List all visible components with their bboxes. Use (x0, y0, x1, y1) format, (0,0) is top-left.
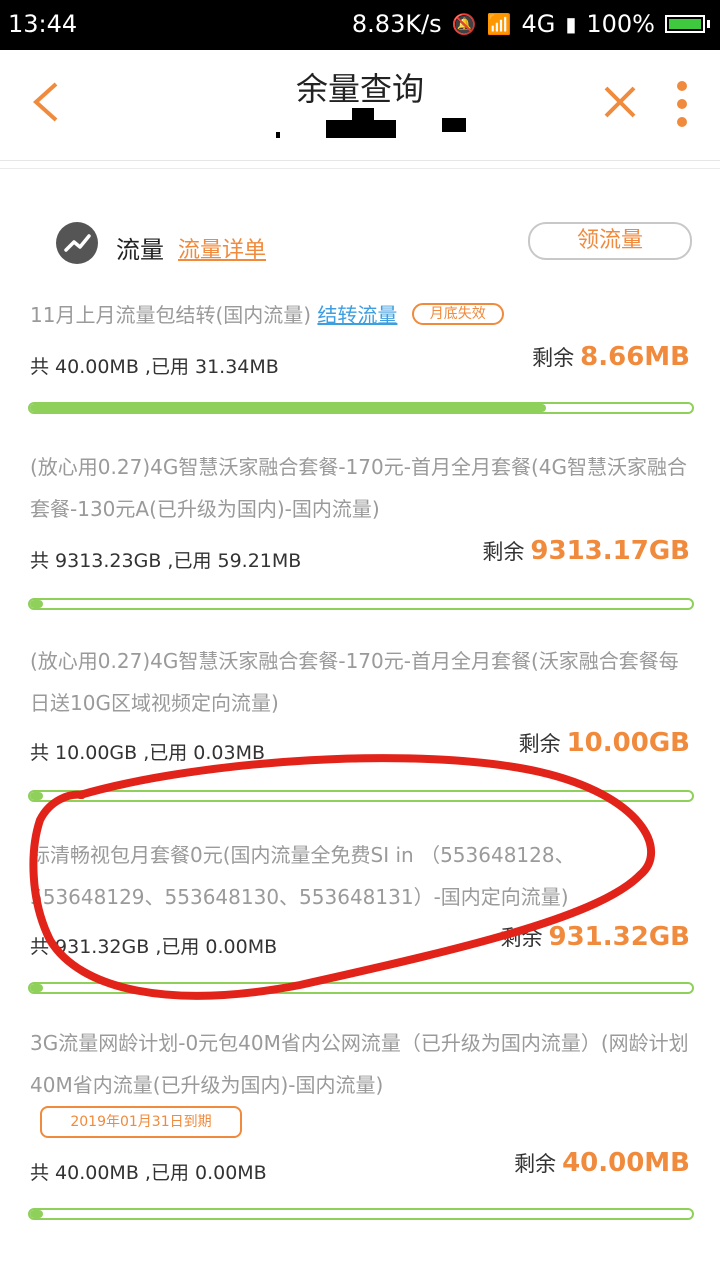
list-item: 标清畅视包月套餐0元(国内流量全免费SI in （553648128、55364… (0, 834, 720, 1004)
signal-icon: ▮ (565, 12, 577, 36)
status-time: 13:44 (8, 10, 78, 38)
trend-chart-icon (56, 222, 98, 264)
battery-percent: 100% (586, 10, 655, 38)
package-name: (放心用0.27)4G智慧沃家融合套餐-170元-首月全月套餐(4G智慧沃家融合… (30, 455, 687, 521)
status-bar: 13:44 8.83K/s 🔕 📶 4G ▮ 100% (0, 0, 720, 50)
status-right: 8.83K/s 🔕 📶 4G ▮ 100% (352, 10, 710, 38)
package-name: 3G流量网龄计划-0元包40M省内公网流量（已升级为国内流量）(网龄计划40M省… (30, 1031, 689, 1097)
progress-bar (28, 402, 694, 414)
remaining: 剩余 40.00MB (514, 1148, 690, 1178)
list-item: (放心用0.27)4G智慧沃家融合套餐-170元-首月全月套餐(4G智慧沃家融合… (0, 446, 720, 616)
package-name: 标清畅视包月套餐0元(国内流量全免费SI in （553648128、55364… (30, 843, 575, 909)
package-name: (放心用0.27)4G智慧沃家融合套餐-170元-首月全月套餐(沃家融合套餐每日… (30, 649, 679, 715)
remaining: 剩余 931.32GB (500, 922, 691, 952)
remaining-value: 931.32GB (548, 922, 691, 952)
usage-text: 共 40.00MB ,已用 0.00MB (30, 1162, 267, 1184)
rollover-link[interactable]: 结转流量 (317, 303, 397, 327)
progress-fill (30, 404, 547, 412)
more-menu-icon[interactable] (672, 78, 692, 130)
list-item: 11月上月流量包结转(国内流量) 结转流量 月底失效 共 40.00MB ,已用… (0, 292, 720, 422)
section-title: 流量 (116, 236, 164, 264)
remaining-value: 10.00GB (566, 728, 690, 758)
progress-fill (30, 984, 44, 992)
list-item: 3G流量网龄计划-0元包40M省内公网流量（已升级为国内流量）(网龄计划40M省… (0, 1022, 720, 1222)
usage-text: 共 9313.23GB ,已用 59.21MB (30, 550, 302, 572)
data-section-header: 流量 流量详单 领流量 (0, 220, 720, 270)
progress-fill (30, 1210, 44, 1218)
usage-text: 共 931.32GB ,已用 0.00MB (30, 936, 278, 958)
remaining: 剩余 8.66MB (532, 342, 690, 372)
wifi-icon: 📶 (486, 12, 512, 36)
remaining-value: 40.00MB (562, 1148, 690, 1178)
battery-tip (707, 20, 710, 28)
expiry-badge: 月底失效 (411, 303, 504, 325)
redacted-block (276, 132, 280, 138)
remaining: 剩余 10.00GB (518, 728, 690, 758)
progress-fill (30, 600, 44, 608)
battery-icon (665, 15, 705, 33)
network-type: 4G (521, 10, 556, 38)
close-icon[interactable] (600, 82, 640, 122)
get-data-button[interactable]: 领流量 (528, 222, 692, 260)
progress-fill (30, 792, 44, 800)
usage-text: 共 10.00GB ,已用 0.03MB (30, 742, 266, 764)
data-detail-link[interactable]: 流量详单 (178, 232, 266, 264)
remaining-value: 9313.17GB (530, 536, 690, 566)
redacted-block (326, 120, 396, 138)
remaining: 剩余 9313.17GB (482, 536, 690, 566)
divider (0, 168, 720, 169)
app-header: 余量查询 (0, 50, 720, 161)
expiry-date-badge: 2019年01月31日到期 (40, 1106, 242, 1138)
mute-bell-icon: 🔕 (451, 12, 477, 36)
redacted-block (442, 118, 466, 132)
list-item: (放心用0.27)4G智慧沃家融合套餐-170元-首月全月套餐(沃家融合套餐每日… (0, 640, 720, 810)
progress-bar (28, 598, 694, 610)
remaining-value: 8.66MB (580, 342, 690, 372)
redacted-block (352, 108, 374, 120)
progress-bar (28, 1208, 694, 1220)
network-speed: 8.83K/s (351, 10, 442, 38)
progress-bar (28, 790, 694, 802)
progress-bar (28, 982, 694, 994)
package-name: 11月上月流量包结转(国内流量) 结转流量 月底失效 (30, 294, 696, 336)
usage-text: 共 40.00MB ,已用 31.34MB (30, 356, 279, 378)
